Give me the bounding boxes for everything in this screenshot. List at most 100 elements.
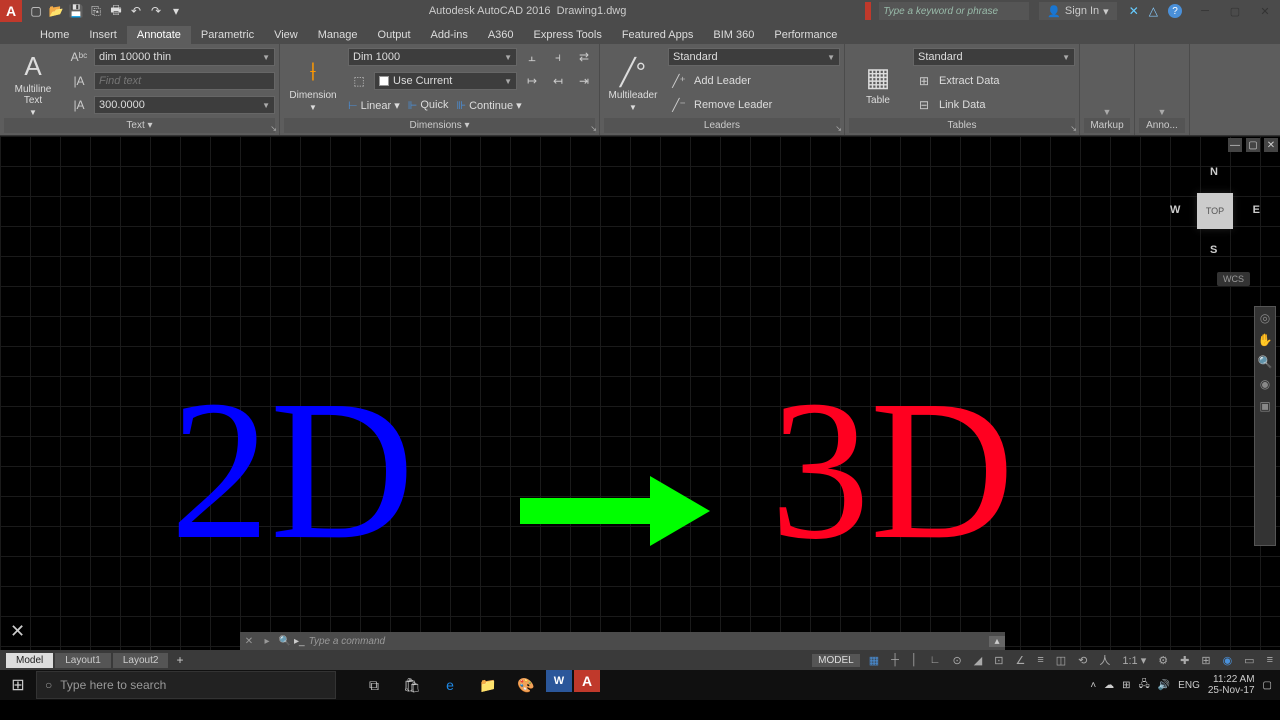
fullnav-icon[interactable]: ◎ xyxy=(1260,311,1270,325)
hwaccel-icon[interactable]: ◉ xyxy=(1220,654,1236,667)
polar-toggle-icon[interactable]: ⊙ xyxy=(950,654,965,667)
text-height-combo[interactable]: 300.0000▼ xyxy=(94,96,275,114)
cmd-close-icon[interactable]: ✕ xyxy=(240,636,258,647)
qat-more-icon[interactable]: ▾ xyxy=(168,3,184,19)
panel-title-text[interactable]: Text ▾ xyxy=(4,118,275,133)
tray-volume-icon[interactable]: 🔊 xyxy=(1158,680,1170,691)
dimension-button[interactable]: ⟊Dimension▼ xyxy=(284,46,342,118)
add-leader-icon[interactable]: ╱⁺ xyxy=(668,70,690,92)
text-style-combo[interactable]: dim 10000 thin▼ xyxy=(94,48,275,66)
link-icon[interactable]: ⊟ xyxy=(913,94,935,116)
cmd-input[interactable]: Type a command xyxy=(305,636,989,647)
tray-notifications-icon[interactable]: ▢ xyxy=(1263,680,1272,691)
panel-title-leaders[interactable]: Leaders xyxy=(604,118,840,133)
exchange-icon[interactable]: ✕ xyxy=(1129,4,1139,18)
isodraft-icon[interactable]: ◢ xyxy=(971,654,985,667)
cmd-search-icon[interactable]: 🔍 xyxy=(276,636,294,647)
tab-annotate[interactable]: Annotate xyxy=(127,26,191,44)
viewport-max-icon[interactable]: ▢ xyxy=(1246,138,1260,152)
tab-home[interactable]: Home xyxy=(30,26,79,44)
lineweight-icon[interactable]: ≡ xyxy=(1034,654,1046,666)
model-tab[interactable]: Model xyxy=(6,653,53,668)
taskbar-autocad-icon[interactable]: A xyxy=(574,670,600,692)
link-data-button[interactable]: Link Data xyxy=(939,99,985,111)
command-line[interactable]: ✕ ▸ 🔍 ▸_ Type a command ▴ xyxy=(240,632,1005,650)
tab-performance[interactable]: Performance xyxy=(764,26,847,44)
infocenter-search[interactable]: Type a keyword or phrase xyxy=(879,2,1029,20)
tab-express[interactable]: Express Tools xyxy=(524,26,612,44)
table-button[interactable]: ▦Table xyxy=(849,46,907,118)
table-style-combo[interactable]: Standard▼ xyxy=(913,48,1075,66)
tab-parametric[interactable]: Parametric xyxy=(191,26,264,44)
showmotion-icon[interactable]: ▣ xyxy=(1259,399,1270,413)
zoom-icon[interactable]: 🔍 xyxy=(1258,355,1273,369)
taskbar-store-icon[interactable]: 🛍 xyxy=(394,670,430,700)
tab-featured[interactable]: Featured Apps xyxy=(612,26,704,44)
add-leader-button[interactable]: Add Leader xyxy=(694,75,751,87)
saveas-icon[interactable]: ⎘ xyxy=(88,3,104,19)
otrack-toggle-icon[interactable]: ∠ xyxy=(1012,654,1028,667)
redo-icon[interactable]: ↷ xyxy=(148,3,164,19)
tab-insert[interactable]: Insert xyxy=(79,26,127,44)
viewcube-top[interactable]: TOP xyxy=(1197,193,1233,229)
tab-bim360[interactable]: BIM 360 xyxy=(703,26,764,44)
dim-tool2-icon[interactable]: ⫞ xyxy=(547,46,569,68)
dim-tool4-icon[interactable]: ↦ xyxy=(521,70,543,92)
tray-defender-icon[interactable]: ⊞ xyxy=(1122,680,1130,691)
a360-icon[interactable]: △ xyxy=(1149,4,1158,18)
panel-launcher-icon[interactable]: ↘ xyxy=(270,124,277,133)
cycling-icon[interactable]: ⟲ xyxy=(1075,654,1090,667)
workspace-icon[interactable]: ⊞ xyxy=(1198,654,1213,667)
wcs-label[interactable]: WCS xyxy=(1217,272,1250,286)
panel-launcher-icon[interactable]: ↘ xyxy=(1070,124,1077,133)
cmd-history-icon[interactable]: ▴ xyxy=(989,636,1005,647)
save-icon[interactable]: 💾 xyxy=(68,3,84,19)
quick-dim-button[interactable]: ⊩Quick xyxy=(408,99,449,112)
remove-leader-icon[interactable]: ╱⁻ xyxy=(668,94,690,116)
infocenter-icon[interactable] xyxy=(865,2,871,20)
windows-start-button[interactable]: ⊞ xyxy=(0,670,36,700)
taskview-icon[interactable]: ⧉ xyxy=(356,670,392,700)
annomon-icon[interactable]: 人 xyxy=(1096,652,1113,668)
layer-icon[interactable]: ⬚ xyxy=(348,70,370,92)
dim-tool6-icon[interactable]: ⇥ xyxy=(573,70,595,92)
tray-up-icon[interactable]: ˄ xyxy=(1090,680,1096,691)
signin-button[interactable]: 👤Sign In ▾ xyxy=(1039,2,1116,20)
maximize-button[interactable]: ▢ xyxy=(1220,0,1250,22)
use-current-combo[interactable]: Use Current▼ xyxy=(374,72,517,90)
close-button[interactable]: ✕ xyxy=(1250,0,1280,22)
tab-a360[interactable]: A360 xyxy=(478,26,524,44)
tray-network-icon[interactable]: 🖧 xyxy=(1139,677,1150,694)
taskbar-explorer-icon[interactable]: 📁 xyxy=(470,670,506,700)
panel-title-dimensions[interactable]: Dimensions ▾ xyxy=(284,118,595,133)
dim-style-combo[interactable]: Dim 1000▼ xyxy=(348,48,517,66)
help-icon[interactable]: ? xyxy=(1168,4,1182,18)
panel-title-markup[interactable]: Markup xyxy=(1084,118,1130,133)
taskbar-paint-icon[interactable]: 🎨 xyxy=(508,670,544,700)
multiline-text-button[interactable]: A Multiline Text▼ xyxy=(4,46,62,118)
layout1-tab[interactable]: Layout1 xyxy=(55,653,111,668)
dim-tool3-icon[interactable]: ⇄ xyxy=(573,46,595,68)
leader-style-combo[interactable]: Standard▼ xyxy=(668,48,840,66)
cmd-recent-icon[interactable]: ▸ xyxy=(258,636,276,647)
minimize-button[interactable]: ─ xyxy=(1190,0,1220,22)
continue-dim-button[interactable]: ⊪Continue ▾ xyxy=(456,99,521,112)
pan-icon[interactable]: ✋ xyxy=(1258,333,1273,347)
model-space-button[interactable]: MODEL xyxy=(812,654,860,667)
gear-icon[interactable]: ⚙ xyxy=(1155,654,1171,667)
tab-addins[interactable]: Add-ins xyxy=(421,26,478,44)
snap-toggle-icon[interactable]: ┼ xyxy=(888,654,902,666)
osnap-toggle-icon[interactable]: ⊡ xyxy=(991,654,1006,667)
panel-title-tables[interactable]: Tables xyxy=(849,118,1075,133)
panel-launcher-icon[interactable]: ↘ xyxy=(835,124,842,133)
tab-output[interactable]: Output xyxy=(368,26,421,44)
orbit-icon[interactable]: ◉ xyxy=(1260,377,1270,391)
autocad-logo-icon[interactable]: A xyxy=(0,0,22,22)
taskbar-edge-icon[interactable]: e xyxy=(432,670,468,700)
dim-tool5-icon[interactable]: ↤ xyxy=(547,70,569,92)
extract-data-button[interactable]: Extract Data xyxy=(939,75,1000,87)
dim-tool1-icon[interactable]: ⫠ xyxy=(521,46,543,68)
windows-search[interactable]: ○Type here to search xyxy=(36,671,336,699)
layout2-tab[interactable]: Layout2 xyxy=(113,653,169,668)
add-layout-button[interactable]: + xyxy=(170,653,189,667)
